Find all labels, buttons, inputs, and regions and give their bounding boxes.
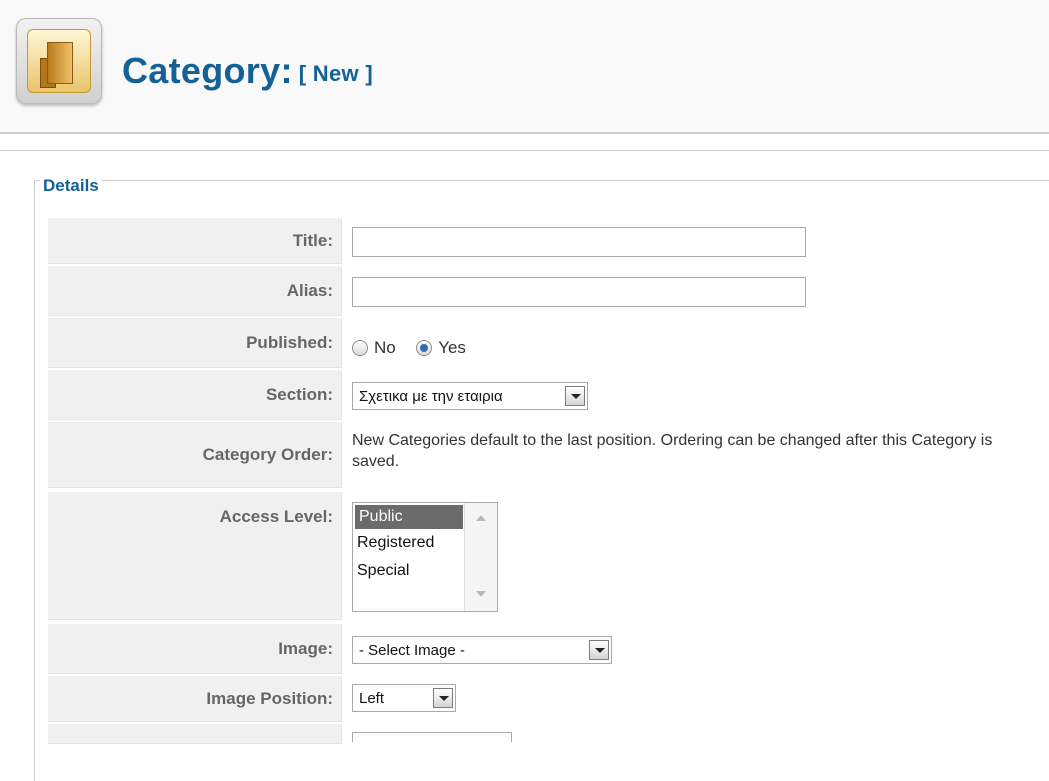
published-yes-label: Yes bbox=[438, 338, 466, 357]
access-level-listbox[interactable]: Public Registered Special bbox=[352, 502, 498, 612]
access-level-label: Access Level: bbox=[48, 492, 342, 620]
page-title: Category:[ New ] bbox=[122, 50, 373, 92]
category-order-text: New Categories default to the last posit… bbox=[352, 432, 993, 470]
section-select[interactable]: Σχετικα με την εταιρια bbox=[352, 382, 588, 410]
chevron-down-icon[interactable] bbox=[433, 688, 453, 708]
page-title-text: Category: bbox=[122, 50, 293, 91]
image-position-label: Image Position: bbox=[48, 676, 342, 722]
image-position-select[interactable]: Left bbox=[352, 684, 456, 712]
section-select-value: Σχετικα με την εταιρια bbox=[359, 388, 503, 405]
category-order-label: Category Order: bbox=[48, 422, 342, 488]
scroll-down-icon[interactable] bbox=[476, 591, 486, 597]
scroll-up-icon[interactable] bbox=[476, 515, 486, 521]
section-label: Section: bbox=[48, 370, 342, 420]
page-title-state: [ New ] bbox=[298, 61, 373, 86]
image-select-value: - Select Image - bbox=[359, 642, 465, 659]
category-icon bbox=[16, 18, 102, 104]
next-row-label bbox=[48, 724, 342, 744]
published-no-label: No bbox=[374, 338, 396, 357]
image-select[interactable]: - Select Image - bbox=[352, 636, 612, 664]
image-label: Image: bbox=[48, 624, 342, 674]
title-input[interactable] bbox=[352, 227, 806, 257]
chevron-down-icon[interactable] bbox=[565, 386, 585, 406]
header-divider bbox=[0, 150, 1049, 151]
details-legend: Details bbox=[40, 176, 102, 196]
image-position-value: Left bbox=[359, 690, 385, 707]
listbox-scrollbar[interactable] bbox=[464, 503, 497, 611]
published-no-radio[interactable] bbox=[352, 340, 368, 356]
alias-label: Alias: bbox=[48, 266, 342, 316]
published-yes-radio[interactable] bbox=[416, 340, 433, 356]
alias-input[interactable] bbox=[352, 277, 806, 307]
access-option-public[interactable]: Public bbox=[355, 505, 463, 529]
published-radio-group: No Yes bbox=[352, 338, 482, 358]
published-label: Published: bbox=[48, 318, 342, 368]
title-label: Title: bbox=[48, 218, 342, 264]
next-row-control[interactable] bbox=[352, 732, 512, 742]
chevron-down-icon[interactable] bbox=[589, 640, 609, 660]
